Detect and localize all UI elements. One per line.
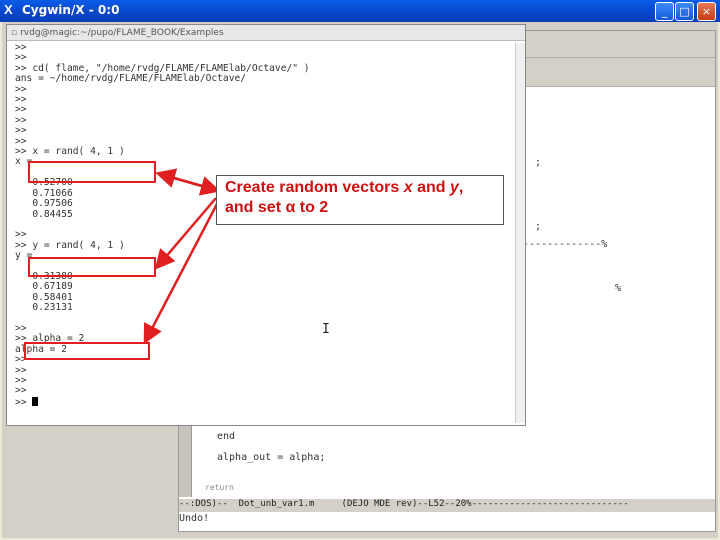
x-logo-icon: X bbox=[4, 2, 13, 17]
close-button[interactable]: × bbox=[697, 2, 716, 21]
code-line: return bbox=[205, 483, 234, 492]
terminal-title-bar[interactable]: ▫ rvdg@magic:~/pupo/FLAME_BOOK/Examples bbox=[7, 25, 525, 41]
terminal-line: 0.23131 bbox=[15, 302, 73, 314]
window-title-bar[interactable]: X Cygwin/X - 0:0 _ □ × bbox=[0, 0, 720, 22]
terminal-line: >> bbox=[15, 396, 515, 408]
code-line: ; bbox=[535, 221, 542, 232]
highlight-box-alpha-command bbox=[24, 342, 150, 360]
callout-text: to 2 bbox=[295, 199, 329, 216]
terminal-line: ans = ~/home/rvdg/FLAME/FLAMElab/Octave/ bbox=[15, 73, 247, 85]
terminal-line: >> bbox=[15, 322, 27, 334]
terminal-line: >> bbox=[15, 83, 27, 95]
terminal-icon: ▫ bbox=[11, 28, 18, 38]
terminal-line: 0.58401 bbox=[15, 291, 73, 303]
highlight-box-y-command bbox=[28, 257, 156, 277]
callout-alpha: α bbox=[285, 199, 296, 216]
callout-text: , bbox=[458, 179, 464, 196]
terminal-cursor bbox=[32, 396, 39, 406]
terminal-line: >> bbox=[15, 43, 27, 53]
code-line: alpha_out = alpha; bbox=[217, 452, 326, 463]
terminal-line: >> bbox=[15, 385, 27, 397]
code-line: end bbox=[217, 431, 236, 442]
minimize-button[interactable]: _ bbox=[655, 2, 674, 21]
code-line: % bbox=[615, 283, 622, 294]
highlight-box-x-command bbox=[28, 161, 156, 183]
terminal-line: >> y = rand( 4, 1 ) bbox=[15, 239, 125, 251]
callout-text: and bbox=[412, 179, 450, 196]
window-title: Cygwin/X - 0:0 bbox=[22, 3, 120, 17]
maximize-button[interactable]: □ bbox=[675, 2, 694, 21]
code-line: --------------% bbox=[517, 239, 608, 250]
terminal-line: >> bbox=[15, 94, 27, 106]
terminal-line: >> bbox=[15, 125, 27, 137]
editor-mode-line: --:DOS)-- Dot_unb_var1.m (DEJO MDE rev)-… bbox=[179, 499, 715, 512]
callout-line1: Create random vectors x and y, bbox=[225, 179, 463, 196]
terminal-line: >> bbox=[15, 114, 27, 126]
annotation-callout: Create random vectors x and y, and set α… bbox=[216, 175, 504, 225]
callout-line2: and set α to 2 bbox=[225, 199, 328, 216]
terminal-line: >> x = rand( 4, 1 ) bbox=[15, 146, 125, 158]
terminal-line: 0.67189 bbox=[15, 281, 73, 293]
editor-minibuffer[interactable]: Undo! bbox=[179, 513, 715, 529]
octave-terminal-window[interactable]: ▫ rvdg@magic:~/pupo/FLAME_BOOK/Examples >… bbox=[6, 24, 526, 426]
callout-var-x: x bbox=[403, 179, 413, 196]
terminal-scrollbar[interactable] bbox=[515, 43, 525, 423]
terminal-line: >> bbox=[15, 104, 27, 116]
terminal-title: rvdg@magic:~/pupo/FLAME_BOOK/Examples bbox=[20, 28, 224, 38]
terminal-line: >> bbox=[15, 364, 27, 376]
callout-text: and set bbox=[225, 199, 286, 216]
code-line: ; bbox=[535, 157, 542, 168]
terminal-line: >> bbox=[15, 375, 27, 386]
terminal-output[interactable]: >> >> >> cd( flame, "/home/rvdg/FLAME/FLAM… bbox=[15, 43, 515, 421]
cygwin-x-window: X Cygwin/X - 0:0 _ □ × ; ; -------------… bbox=[0, 0, 720, 540]
text-cursor-ibeam-icon: I bbox=[322, 322, 330, 337]
callout-var-y: y bbox=[449, 179, 459, 196]
callout-text: Create random vectors bbox=[225, 179, 404, 196]
